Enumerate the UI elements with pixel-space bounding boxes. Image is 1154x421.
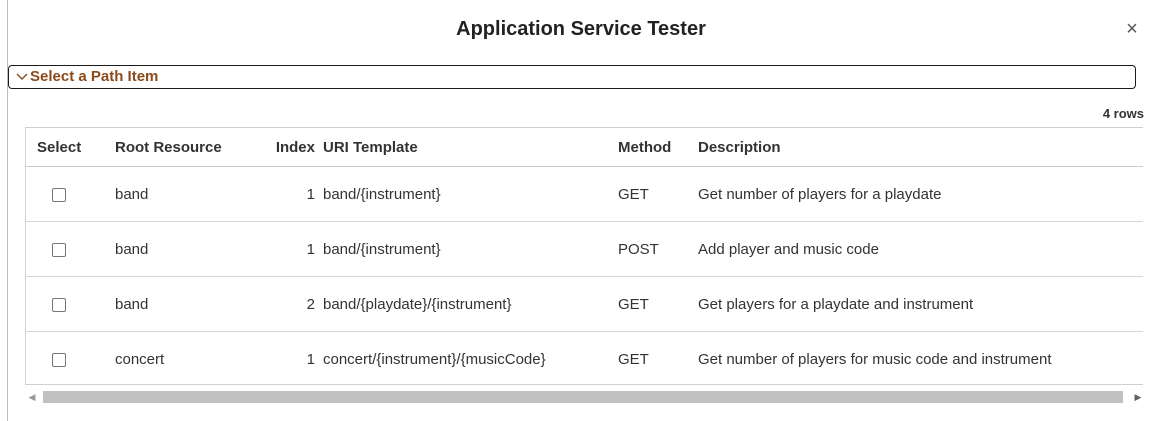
table-row: band 1 band/{instrument} GET Get number … bbox=[26, 166, 1143, 222]
description-cell: Get number of players for music code and… bbox=[698, 350, 1052, 368]
scrollbar-thumb[interactable] bbox=[43, 391, 1123, 403]
root-resource-cell: band bbox=[113, 276, 265, 332]
close-icon[interactable]: × bbox=[1122, 19, 1142, 39]
table-row: band 2 band/{playdate}/{instrument} GET … bbox=[26, 276, 1143, 332]
index-cell: 1 bbox=[265, 166, 323, 222]
path-items-grid: Select Root Resource Index URI Template … bbox=[25, 127, 1143, 385]
uri-template-cell: concert/{instrument}/{musicCode} bbox=[323, 350, 546, 368]
index-cell: 1 bbox=[306, 350, 315, 368]
path-items-table: Select Root Resource Index URI Template … bbox=[26, 128, 1143, 385]
column-header-root-resource: Root Resource bbox=[113, 128, 265, 167]
horizontal-scrollbar[interactable]: ◀ ▶ bbox=[25, 387, 1143, 407]
column-header-select: Select bbox=[26, 128, 113, 167]
method-cell: GET bbox=[618, 166, 698, 222]
select-checkbox[interactable] bbox=[52, 187, 66, 202]
uri-template-cell: band/{playdate}/{instrument} bbox=[323, 276, 618, 332]
scroll-right-arrow-icon[interactable]: ▶ bbox=[1133, 391, 1143, 403]
uri-template-cell: band/{instrument} bbox=[323, 221, 618, 277]
index-cell: 1 bbox=[265, 221, 323, 277]
chevron-down-icon bbox=[16, 73, 28, 80]
section-title: Select a Path Item bbox=[30, 68, 159, 85]
select-checkbox[interactable] bbox=[52, 242, 66, 257]
root-resource-cell: concert bbox=[115, 350, 165, 368]
select-cell bbox=[26, 276, 113, 332]
root-resource-cell: band bbox=[113, 221, 265, 277]
description-cell: Get number of players for a playdate bbox=[698, 166, 1143, 222]
select-checkbox[interactable] bbox=[52, 352, 66, 367]
table-header-row: Select Root Resource Index URI Template … bbox=[26, 128, 1143, 167]
scroll-left-arrow-icon[interactable]: ◀ bbox=[27, 391, 37, 403]
select-checkbox[interactable] bbox=[52, 297, 66, 312]
column-header-method: Method bbox=[618, 128, 698, 167]
select-path-item-collapsible[interactable]: Select a Path Item bbox=[8, 65, 1136, 89]
select-cell bbox=[26, 166, 113, 222]
column-header-description: Description bbox=[698, 128, 1143, 167]
select-cell bbox=[26, 332, 113, 385]
column-header-uri-template: URI Template bbox=[323, 128, 618, 167]
method-cell: GET bbox=[618, 276, 698, 332]
index-cell: 2 bbox=[265, 276, 323, 332]
description-cell: Add player and music code bbox=[698, 221, 1143, 277]
row-count: 4 rows bbox=[1102, 106, 1144, 121]
description-cell: Get players for a playdate and instrumen… bbox=[698, 276, 1143, 332]
column-header-index: Index bbox=[265, 128, 323, 167]
dialog-title-bar: Application Service Tester × bbox=[8, 0, 1154, 62]
dialog-title: Application Service Tester bbox=[456, 18, 706, 40]
uri-template-cell: band/{instrument} bbox=[323, 166, 618, 222]
method-cell: POST bbox=[618, 221, 698, 277]
table-row: band 1 band/{instrument} POST Add player… bbox=[26, 221, 1143, 277]
select-cell bbox=[26, 221, 113, 277]
method-cell: GET bbox=[618, 350, 649, 368]
root-resource-cell: band bbox=[113, 166, 265, 222]
table-row: concert 1 concert/{instrument}/{musicCod… bbox=[26, 332, 1143, 385]
dialog-left-border bbox=[7, 0, 8, 421]
